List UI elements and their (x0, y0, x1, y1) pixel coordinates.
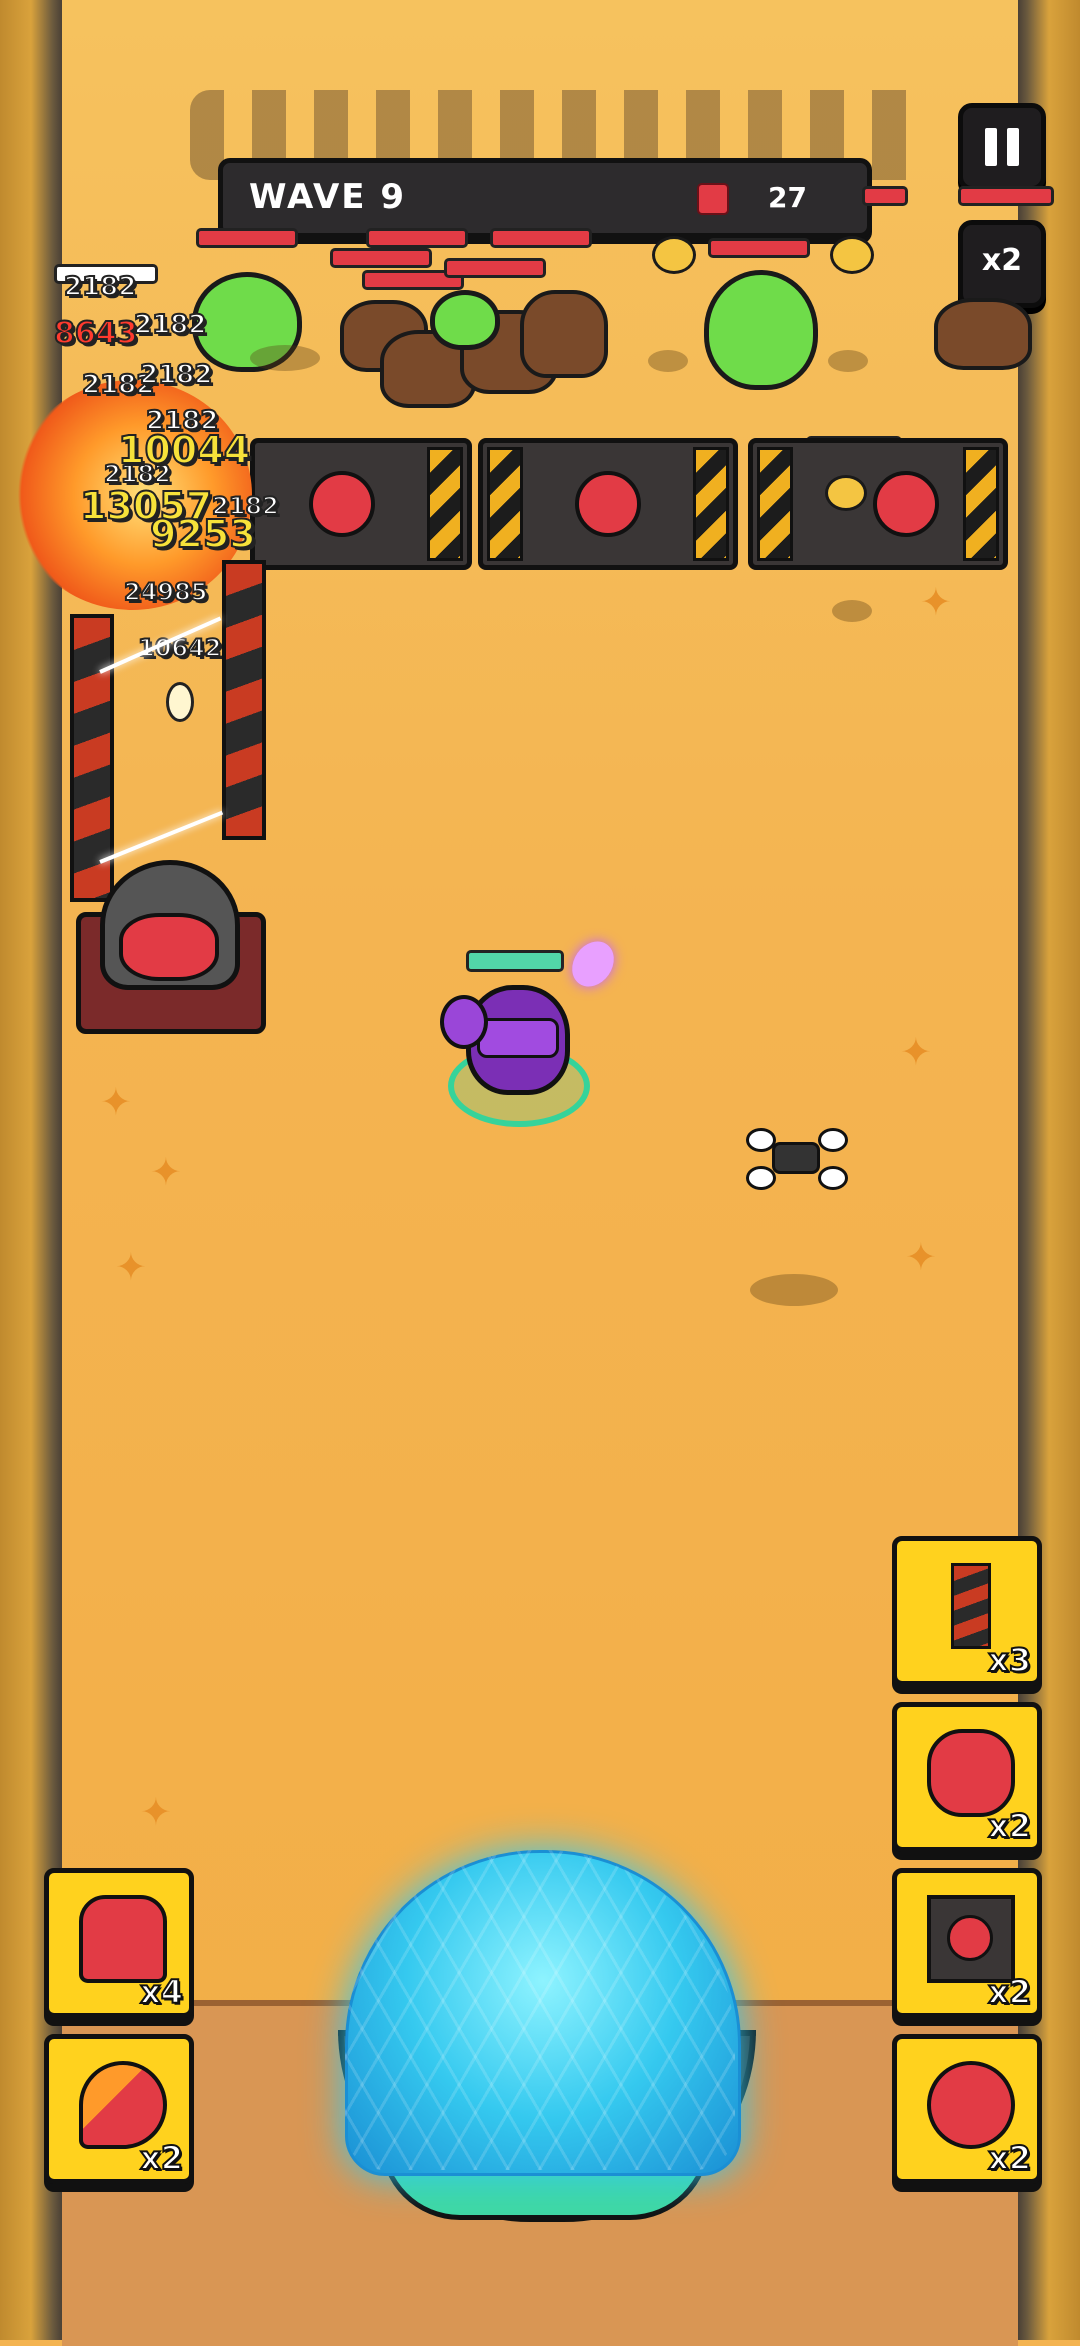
leaf-decoration: ✦ (100, 1080, 132, 1124)
pig-turret (100, 860, 240, 990)
pause-button[interactable] (958, 103, 1046, 191)
stump-enemy (934, 298, 1032, 370)
enemy-shadow (828, 350, 868, 372)
pig-rider-icon (79, 1895, 167, 1983)
hero-health-bar (466, 950, 564, 972)
green-slime-enemy (430, 290, 500, 350)
hazard-stripe (427, 447, 463, 561)
spike-mine-icon (927, 1895, 1015, 1983)
stump-enemy (520, 290, 608, 378)
ability-card-pig-turret[interactable]: x2 (892, 1702, 1042, 1852)
enemy-health-bar (490, 228, 592, 248)
drone-rotor (818, 1166, 848, 1190)
pig-emblem-icon (873, 471, 939, 537)
ability-count: x2 (987, 1972, 1032, 2012)
damage-number: 24985 (123, 577, 208, 607)
enemies-remaining-count: 27 (768, 181, 807, 214)
leaf-decoration: ✦ (150, 1150, 182, 1194)
green-slime-enemy (704, 270, 818, 390)
ability-count: x4 (139, 1972, 184, 2012)
support-drone (772, 1142, 820, 1174)
barricade (250, 438, 472, 570)
hazard-stripe (693, 447, 729, 561)
ability-card-pig-bomb[interactable]: x2 (892, 2034, 1042, 2184)
enemy-shadow (832, 600, 872, 622)
bee-enemy (825, 475, 867, 511)
enemy-shadow (648, 350, 688, 372)
hazard-stripe (757, 447, 793, 561)
leaf-decoration: ✦ (920, 580, 952, 624)
damage-number: 2182 (139, 359, 213, 391)
enemy-health-bar (330, 248, 432, 268)
wave-bar: WAVE 9 27 (218, 158, 872, 238)
damage-number: 8643 (53, 315, 138, 352)
ability-count: x2 (987, 1806, 1032, 1846)
leaf-decoration: ✦ (905, 1235, 937, 1279)
enemy-pig-icon (697, 183, 729, 215)
ability-card-barrier-pole[interactable]: x3 (892, 1536, 1042, 1686)
hero-visor (477, 1018, 559, 1058)
enemy-health-bar (862, 186, 908, 206)
enemy-health-bar (444, 258, 546, 278)
barricade (748, 438, 1008, 570)
damage-number: 9253 (149, 511, 257, 557)
ability-card-spike-mine[interactable]: x2 (892, 1868, 1042, 2018)
ability-count: x3 (987, 1640, 1032, 1680)
pig-bomb-icon (927, 2061, 1015, 2149)
ability-card-pig-rider[interactable]: x4 (44, 1868, 194, 2018)
enemy-shadow (250, 345, 320, 371)
egg-projectile (166, 682, 194, 722)
ability-count: x2 (987, 2138, 1032, 2178)
bee-enemy (652, 236, 696, 274)
barrier-pole-icon (951, 1563, 991, 1649)
leaf-decoration: ✦ (115, 1245, 147, 1289)
barricade (478, 438, 738, 570)
pig-rocket-icon (79, 2061, 167, 2149)
pig-emblem-icon (309, 471, 375, 537)
drone-rotor (818, 1128, 848, 1152)
leaf-decoration: ✦ (140, 1790, 172, 1834)
damage-number: 10044 (117, 427, 251, 473)
bee-enemy (830, 236, 874, 274)
laser-gate-pole (222, 560, 266, 840)
drone-rotor (746, 1166, 776, 1190)
hazard-stripe (487, 447, 523, 561)
enemy-health-bar (366, 228, 468, 248)
damage-number: 2182 (133, 309, 207, 341)
ability-card-pig-rocket[interactable]: x2 (44, 2034, 194, 2184)
damage-number: 2182 (63, 271, 137, 303)
speed-button[interactable]: x2 (958, 220, 1046, 308)
enemy-health-bar (708, 238, 810, 258)
speed-label: x2 (981, 243, 1023, 278)
wave-label: WAVE 9 (249, 177, 407, 217)
hero-blaster (440, 995, 488, 1049)
ability-count: x2 (139, 2138, 184, 2178)
hazard-stripe (963, 447, 999, 561)
enemy-health-bar (958, 186, 1054, 206)
drone-rotor (746, 1128, 776, 1152)
pig-turret-icon (927, 1729, 1015, 1817)
leaf-decoration: ✦ (900, 1030, 932, 1074)
enemy-health-bar (196, 228, 298, 248)
pig-face-icon (119, 913, 219, 981)
pig-emblem-icon (575, 471, 641, 537)
drone-shadow (750, 1274, 838, 1306)
